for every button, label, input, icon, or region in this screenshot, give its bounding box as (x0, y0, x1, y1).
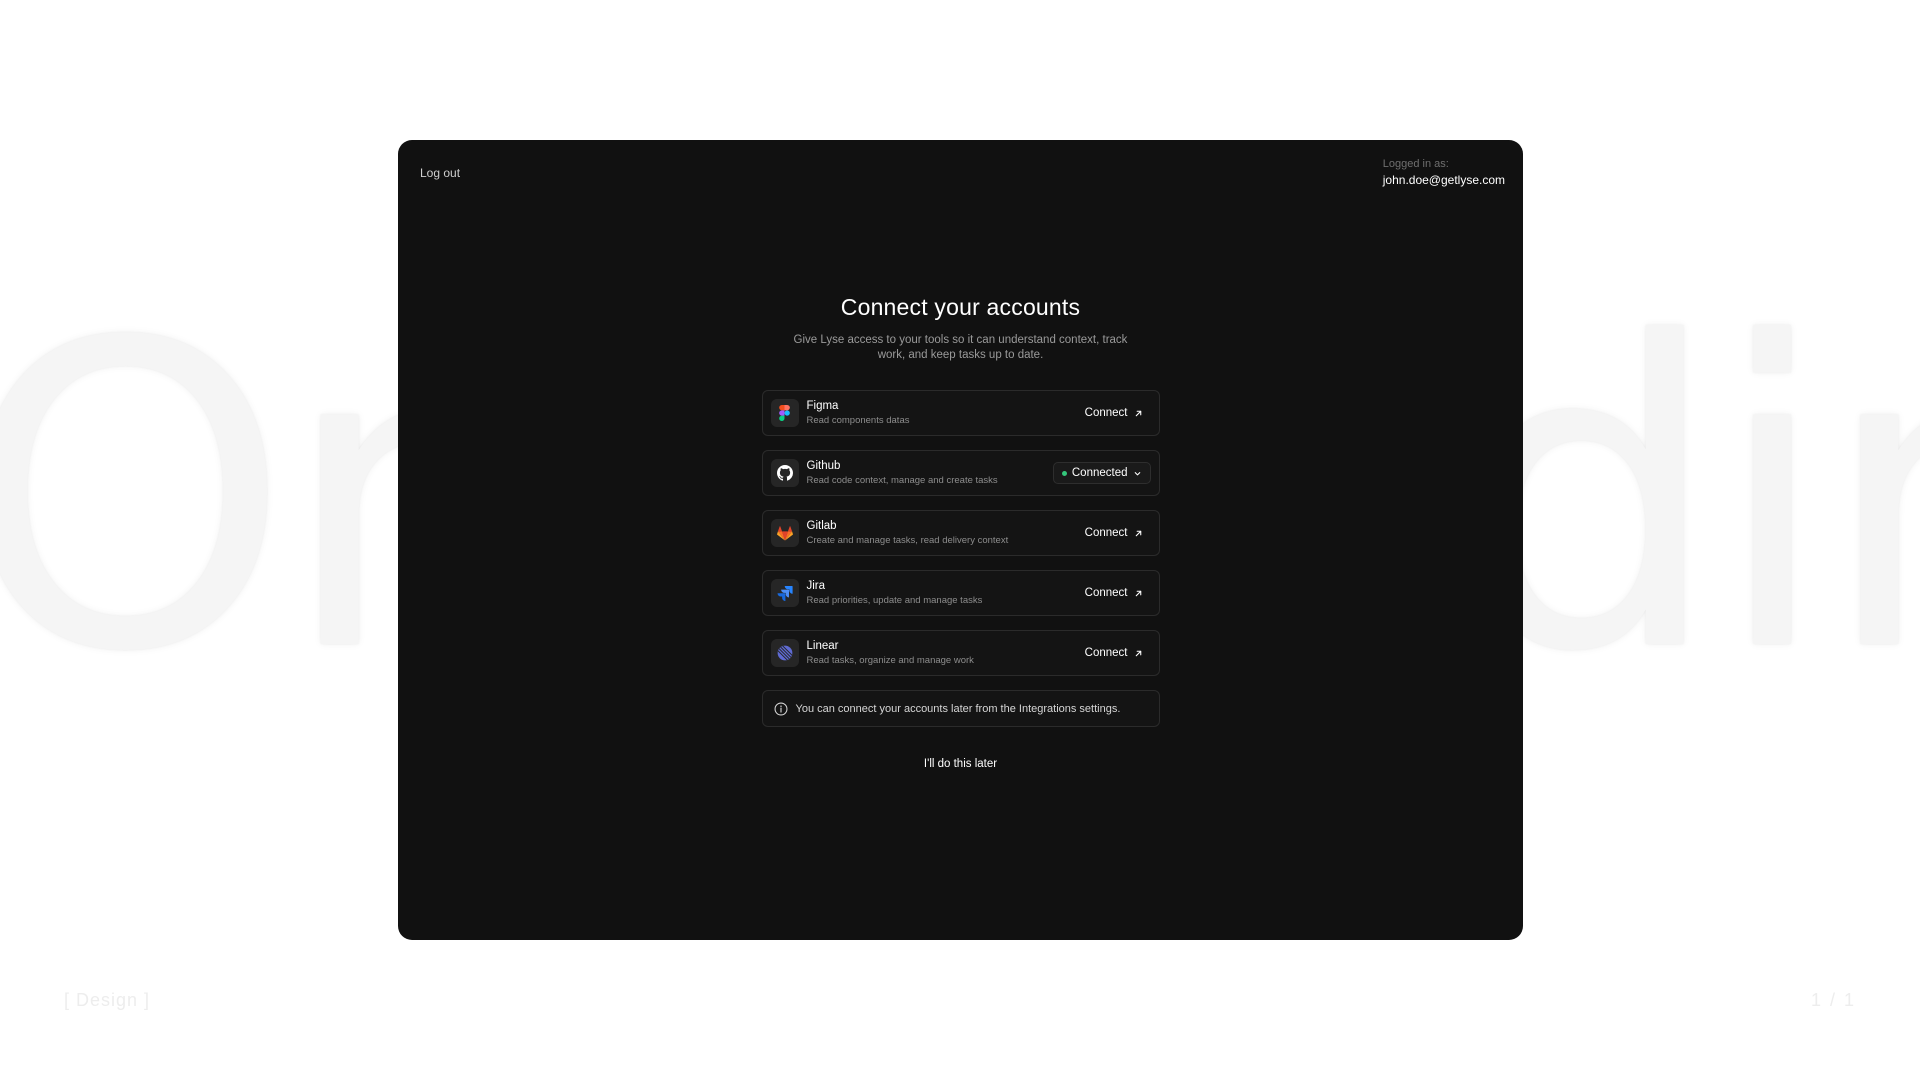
integration-name: Figma (806, 400, 839, 412)
connect-figma-button[interactable]: Connect (1077, 403, 1151, 423)
integration-row-figma: Figma Read components datas Connect (761, 390, 1160, 436)
logout-link[interactable]: Log out (420, 166, 460, 180)
linear-icon (770, 639, 799, 667)
integration-description: Read tasks, organize and manage work (806, 655, 974, 666)
integration-name: Github (806, 460, 841, 472)
onboarding-window: Log out Logged in as: john.doe@getlyse.c… (398, 140, 1523, 940)
integration-description: Read code context, manage and create tas… (806, 475, 998, 486)
user-email: john.doe@getlyse.com (1382, 173, 1505, 187)
chevron-down-icon (1134, 471, 1140, 475)
integration-row-linear: Linear Read tasks, organize and manage w… (761, 630, 1160, 676)
gitlab-icon (770, 519, 799, 547)
info-text: You can connect your accounts later from… (795, 702, 1121, 715)
integration-row-jira: Jira Read priorities, update and manage … (761, 570, 1160, 616)
connect-label: Connect (1084, 527, 1128, 539)
footer-section-label: [ Design ] (64, 990, 151, 1010)
integration-row-github: Github Read code context, manage and cre… (761, 450, 1160, 496)
github-icon (770, 459, 799, 487)
login-info: Logged in as: john.doe@getlyse.com (1383, 158, 1505, 187)
arrow-up-right-icon (1135, 530, 1141, 536)
connect-label: Connect (1084, 587, 1128, 599)
integration-name: Gitlab (806, 520, 837, 532)
page-title: Connect your accounts (840, 294, 1081, 320)
info-icon (774, 702, 787, 715)
info-notice: You can connect your accounts later from… (761, 690, 1160, 727)
footer-page-counter: 1 / 1 (1810, 990, 1856, 1010)
jira-icon (770, 579, 799, 607)
integration-description: Read priorities, update and manage tasks (806, 595, 983, 606)
logged-in-label: Logged in as: (1382, 158, 1449, 170)
integration-row-gitlab: Gitlab Create and manage tasks, read del… (761, 510, 1160, 556)
integration-description: Read components datas (806, 415, 910, 426)
integration-name: Jira (806, 580, 826, 592)
integrations-list: Figma Read components datas Connect Gith… (761, 390, 1160, 770)
main-content: Connect your accounts Give Lyse access t… (398, 294, 1523, 770)
github-connected-dropdown[interactable]: Connected (1052, 462, 1151, 484)
arrow-up-right-icon (1135, 590, 1141, 596)
connect-label: Connect (1084, 407, 1128, 419)
connect-gitlab-button[interactable]: Connect (1077, 523, 1151, 543)
page-subtitle: Give Lyse access to your tools so it can… (793, 334, 1128, 361)
arrow-up-right-icon (1135, 650, 1141, 656)
connect-label: Connect (1084, 647, 1128, 659)
arrow-up-right-icon (1135, 410, 1141, 416)
figma-icon (770, 399, 799, 427)
skip-button[interactable]: I'll do this later (762, 758, 1160, 770)
connect-jira-button[interactable]: Connect (1077, 583, 1151, 603)
integration-description: Create and manage tasks, read delivery c… (806, 535, 1009, 546)
connected-label: Connected (1071, 467, 1128, 479)
status-dot (1061, 470, 1067, 476)
integration-name: Linear (806, 640, 839, 652)
connect-linear-button[interactable]: Connect (1077, 643, 1151, 663)
